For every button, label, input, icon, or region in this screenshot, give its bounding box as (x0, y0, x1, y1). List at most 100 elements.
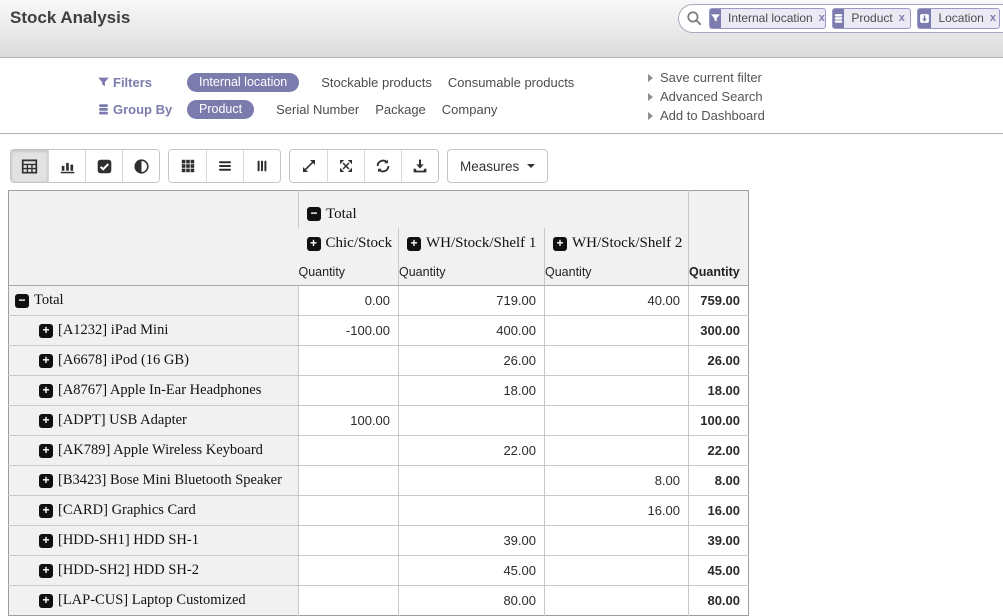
column-header-chic-stock[interactable]: + Chic/Stock (299, 228, 399, 260)
group-by-serial-number[interactable]: Serial Number (276, 102, 359, 117)
columns-layout-button[interactable] (243, 150, 280, 182)
search-options-panel: Filters Internal location Stockable prod… (0, 58, 1003, 134)
filter-stockable-products[interactable]: Stockable products (321, 75, 432, 90)
expand-row-icon[interactable]: + (39, 414, 53, 428)
filters-row: Filters Internal location Stockable prod… (94, 73, 590, 92)
table-row: +[HDD-SH2] HDD SH-2 45.00 45.00 (9, 556, 749, 586)
expand-row-icon[interactable]: + (39, 564, 53, 578)
vertical-bars-icon (254, 158, 270, 174)
row-header[interactable]: +[CARD] Graphics Card (9, 496, 299, 526)
grid-layout-button[interactable] (169, 150, 206, 182)
total-measure-header[interactable]: Quantity (689, 260, 749, 286)
bar-chart-view-button[interactable] (48, 150, 85, 182)
table-row: +[A6678] iPod (16 GB) 26.00 26.00 (9, 346, 749, 376)
facet-label: Location (931, 9, 987, 28)
facet-label: Internal location (721, 9, 817, 28)
row-header[interactable]: +[AK789] Apple Wireless Keyboard (9, 436, 299, 466)
row-header[interactable]: + [B3423] Bose Mini Bluetooth Speaker (9, 466, 299, 496)
row-label: [HDD-SH1] HDD SH-1 (58, 532, 199, 549)
expand-arrow-icon (648, 74, 653, 82)
expand-row-icon[interactable]: + (39, 594, 53, 608)
measure-header[interactable]: Quantity (545, 260, 689, 286)
advanced-search-link[interactable]: Advanced Search (648, 88, 765, 106)
search-facet-internal-location[interactable]: Internal location x (709, 8, 826, 29)
pivot-table-container: − Total + Chic/Stock + WH/Stock/Shelf (8, 190, 1003, 616)
refresh-button[interactable] (364, 150, 401, 182)
filter-icon (94, 76, 113, 89)
expand-column-icon[interactable]: + (307, 237, 321, 251)
facet-remove-button[interactable]: x (897, 9, 911, 28)
table-view-button[interactable] (11, 150, 48, 182)
cell-total-quantity: 759.00 (689, 286, 749, 316)
expand-row-icon[interactable]: + (39, 444, 53, 458)
row-header[interactable]: +[ADPT] USB Adapter (9, 406, 299, 436)
cell-quantity: -100.00 (299, 316, 399, 346)
cell-quantity (299, 586, 399, 616)
expand-row-icon[interactable]: + (39, 534, 53, 548)
location-arrow-icon (918, 9, 931, 28)
facet-remove-button[interactable]: x (988, 9, 1000, 28)
row-header[interactable]: + [A6678] iPod (16 GB) (9, 346, 299, 376)
measures-dropdown-button[interactable]: Measures (447, 149, 548, 183)
cell-quantity: 22.00 (399, 436, 545, 466)
group-by-package[interactable]: Package (375, 102, 426, 117)
group-by-label: Group By (113, 102, 187, 117)
collapse-row-icon[interactable]: − (15, 294, 29, 308)
cell-quantity: 0.00 (299, 286, 399, 316)
rows-layout-button[interactable] (206, 150, 243, 182)
table-row: +[B3423] Bose Mini Bluetooth Speaker 8.0… (9, 466, 749, 496)
row-header[interactable]: +[A8767] Apple In-Ear Headphones (9, 376, 299, 406)
save-current-filter-link[interactable]: Save current filter (648, 69, 765, 87)
cell-quantity (399, 496, 545, 526)
column-header-wh-stock-shelf-1[interactable]: + WH/Stock/Shelf 1 (399, 228, 545, 260)
measure-header[interactable]: Quantity (299, 260, 399, 286)
table-icon (21, 158, 38, 175)
row-header[interactable]: −Total (9, 286, 299, 316)
link-label: Advanced Search (660, 88, 763, 106)
contrast-view-button[interactable] (122, 150, 159, 182)
row-header[interactable]: +[LAP-CUS] Laptop Customized (9, 586, 299, 616)
filter-consumable-products[interactable]: Consumable products (448, 75, 574, 90)
table-row: +[AK789] Apple Wireless Keyboard 22.00 2… (9, 436, 749, 466)
expand-all-icon (338, 158, 354, 174)
cell-quantity (299, 436, 399, 466)
search-bar[interactable]: Internal location x Product x Location x (678, 4, 1003, 33)
group-by-product[interactable]: Product (187, 100, 254, 119)
table-row: +[HDD-SH1] HDD SH-1 39.00 39.00 (9, 526, 749, 556)
column-group-total-header[interactable]: − Total (299, 191, 689, 228)
expand-button[interactable] (290, 150, 327, 182)
cell-quantity: 40.00 (545, 286, 689, 316)
grid-icon (180, 158, 196, 174)
row-header[interactable]: +[HDD-SH2] HDD SH-2 (9, 556, 299, 586)
filter-internal-location[interactable]: Internal location (187, 73, 299, 92)
row-label: [A1232] iPad Mini (58, 322, 168, 339)
add-to-dashboard-link[interactable]: Add to Dashboard (648, 107, 765, 125)
search-facet-product[interactable]: Product x (832, 8, 911, 29)
expand-all-button[interactable] (327, 150, 364, 182)
row-label: [B3423] Bose Mini Bluetooth Speaker (58, 472, 282, 489)
check-square-view-button[interactable] (85, 150, 122, 182)
cell-quantity: 100.00 (299, 406, 399, 436)
group-by-company[interactable]: Company (442, 102, 498, 117)
expand-row-icon[interactable]: + (39, 324, 53, 338)
collapse-column-icon[interactable]: − (307, 207, 321, 221)
expand-column-icon[interactable]: + (407, 237, 421, 251)
column-header-wh-stock-shelf-2[interactable]: + WH/Stock/Shelf 2 (545, 228, 689, 260)
row-label: [A6678] iPod (16 GB) (58, 352, 189, 369)
expand-column-icon[interactable]: + (553, 237, 567, 251)
refresh-icon (375, 158, 391, 174)
table-row: +[A1232] iPad Mini -100.00 400.00 300.00 (9, 316, 749, 346)
expand-row-icon[interactable]: + (39, 384, 53, 398)
row-header[interactable]: + [HDD-SH1] HDD SH-1 (9, 526, 299, 556)
cell-total-quantity: 18.00 (689, 376, 749, 406)
search-facet-location[interactable]: Location x (917, 8, 1000, 29)
expand-row-icon[interactable]: + (39, 504, 53, 518)
facet-remove-button[interactable]: x (817, 9, 827, 28)
row-header[interactable]: + [A1232] iPad Mini (9, 316, 299, 346)
caret-down-icon (527, 164, 535, 168)
cell-quantity: 18.00 (399, 376, 545, 406)
download-button[interactable] (401, 150, 438, 182)
measure-header[interactable]: Quantity (399, 260, 545, 286)
expand-row-icon[interactable]: + (39, 474, 53, 488)
expand-row-icon[interactable]: + (39, 354, 53, 368)
